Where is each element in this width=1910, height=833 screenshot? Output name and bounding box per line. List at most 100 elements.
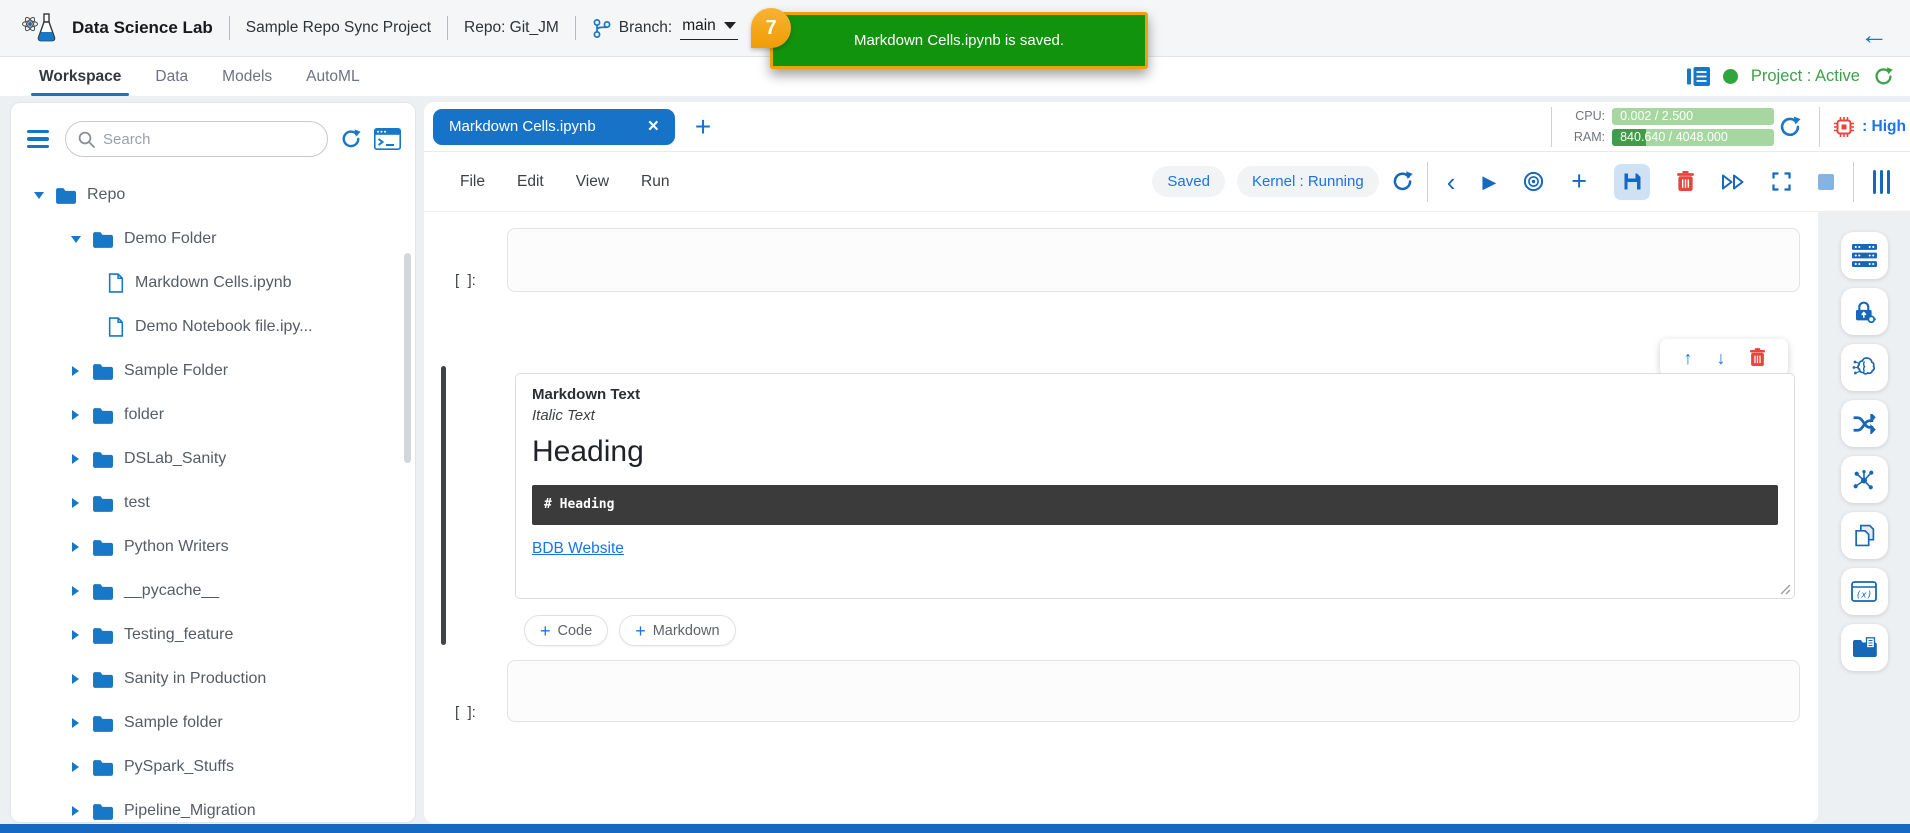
divider	[447, 16, 449, 40]
refresh-kernel-icon[interactable]	[1391, 170, 1414, 193]
folder-icon	[92, 407, 113, 424]
bdb-website-link[interactable]: BDB Website	[532, 540, 624, 557]
chevron-right-icon[interactable]	[68, 718, 83, 728]
folder-icon	[92, 363, 113, 380]
chevron-down-icon[interactable]	[68, 235, 83, 243]
tree-item-sanity-in-production[interactable]: Sanity in Production	[11, 657, 415, 701]
network-icon[interactable]	[1840, 456, 1888, 503]
refresh-tree-icon[interactable]	[340, 128, 362, 150]
move-cell-up-button[interactable]: ↑	[1684, 349, 1693, 367]
divider	[1819, 106, 1821, 147]
back-arrow-button[interactable]: ←	[1860, 21, 1888, 49]
branch-value: main	[682, 16, 716, 34]
tree-item-sample-folder[interactable]: Sample Folder	[11, 349, 415, 393]
ram-usage-bar: 840.640 / 4048.000	[1612, 128, 1775, 146]
notebook-tab[interactable]: Markdown Cells.ipynb ×	[433, 108, 675, 145]
close-icon[interactable]: ×	[648, 117, 659, 136]
tree-item-test[interactable]: test	[11, 481, 415, 525]
project-log-icon[interactable]	[1686, 67, 1710, 86]
refresh-resources-icon[interactable]	[1778, 115, 1802, 139]
add-code-cell-button[interactable]: + Code	[524, 615, 609, 646]
tree-item-repo[interactable]: Repo	[11, 173, 415, 217]
tree-item-folder[interactable]: folder	[11, 393, 415, 437]
cell-prompt: [ ]:	[455, 704, 476, 721]
tree-item-dslab-sanity[interactable]: DSLab_Sanity	[11, 437, 415, 481]
tab-data[interactable]: Data	[153, 57, 190, 96]
chevron-right-icon[interactable]	[68, 410, 83, 420]
markdown-cell[interactable]: Markdown Text Italic Text Heading # Head…	[515, 373, 1795, 599]
search-input[interactable]	[103, 130, 327, 148]
chevron-right-icon[interactable]	[68, 586, 83, 596]
server-icon[interactable]	[1840, 232, 1888, 279]
chevron-right-icon[interactable]	[68, 498, 83, 508]
menu-file[interactable]: File	[460, 173, 485, 191]
chevron-right-icon[interactable]	[68, 630, 83, 640]
target-icon[interactable]	[1523, 171, 1544, 192]
delete-cell-icon[interactable]	[1677, 171, 1694, 192]
ai-brain-icon[interactable]	[1840, 344, 1888, 391]
toast-count-badge: 7	[751, 8, 791, 48]
chevron-right-icon[interactable]	[68, 762, 83, 772]
shuffle-icon[interactable]	[1840, 400, 1888, 447]
scrollbar[interactable]	[404, 253, 411, 463]
panel-grip-icon[interactable]	[1873, 169, 1890, 194]
delete-cell-button[interactable]	[1749, 348, 1765, 367]
add-tab-button[interactable]: +	[695, 112, 711, 141]
chevron-down-icon	[723, 22, 736, 29]
tab-automl[interactable]: AutoML	[304, 57, 361, 96]
menu-view[interactable]: View	[576, 173, 609, 191]
folder-report-icon[interactable]	[1840, 624, 1888, 671]
add-cell-icon[interactable]: +	[1571, 168, 1587, 195]
chevron-left-icon[interactable]: ‹	[1447, 169, 1456, 195]
chevron-right-icon[interactable]	[68, 674, 83, 684]
menu-edit[interactable]: Edit	[517, 173, 544, 191]
tree-item-testing-feature[interactable]: Testing_feature	[11, 613, 415, 657]
fullscreen-icon[interactable]	[1772, 172, 1791, 191]
chevron-right-icon[interactable]	[68, 366, 83, 376]
code-cell-empty-2[interactable]	[507, 660, 1800, 722]
cell-toolbar: ↑ ↓	[1660, 339, 1788, 376]
function-window-icon[interactable]: (x)	[1840, 568, 1888, 615]
tree-item-pyspark-stuffs[interactable]: PySpark_Stuffs	[11, 745, 415, 789]
lock-key-icon[interactable]	[1840, 288, 1888, 335]
chevron-down-icon[interactable]	[31, 191, 46, 199]
run-all-icon[interactable]	[1721, 173, 1745, 191]
resize-handle-icon[interactable]	[1780, 584, 1791, 595]
branch-dropdown[interactable]: main	[680, 17, 738, 40]
stop-icon[interactable]	[1818, 173, 1834, 190]
folder-icon	[92, 451, 113, 468]
menu-icon[interactable]	[27, 130, 49, 148]
chevron-right-icon[interactable]	[68, 454, 83, 464]
file-explorer-panel: Repo Demo Folder Markdown Cells.ipynb De…	[10, 102, 416, 823]
search-box[interactable]	[65, 121, 328, 157]
divider	[228, 16, 230, 40]
file-tree: Repo Demo Folder Markdown Cells.ipynb De…	[11, 173, 415, 822]
tree-item-sample-folder-2[interactable]: Sample folder	[11, 701, 415, 745]
priority-label: : High	[1862, 117, 1906, 135]
tree-item-demo-notebook[interactable]: Demo Notebook file.ipy...	[11, 305, 415, 349]
cells-area: [ ]: ↑ ↓ Markdown Text Italic Text Headi…	[424, 212, 1818, 823]
tree-item-demo-folder[interactable]: Demo Folder	[11, 217, 415, 261]
chevron-right-icon[interactable]	[68, 542, 83, 552]
terminal-icon[interactable]	[374, 128, 401, 150]
move-cell-down-button[interactable]: ↓	[1717, 349, 1726, 367]
app-title: Data Science Lab	[72, 18, 213, 37]
search-icon	[78, 131, 95, 148]
documents-icon[interactable]	[1840, 512, 1888, 559]
tab-workspace[interactable]: Workspace	[30, 57, 130, 96]
add-markdown-cell-button[interactable]: + Markdown	[619, 615, 736, 646]
menu-run[interactable]: Run	[641, 173, 669, 191]
tab-models[interactable]: Models	[220, 57, 274, 96]
app-logo-icon	[22, 12, 58, 44]
tree-item-markdown-cells[interactable]: Markdown Cells.ipynb	[11, 261, 415, 305]
tree-item-pycache[interactable]: __pycache__	[11, 569, 415, 613]
code-cell-empty-1[interactable]	[507, 228, 1800, 292]
chevron-right-icon[interactable]	[68, 806, 83, 816]
project-refresh-icon[interactable]	[1873, 66, 1894, 87]
run-cell-icon[interactable]: ▶	[1482, 173, 1496, 191]
tree-item-python-writers[interactable]: Python Writers	[11, 525, 415, 569]
folder-icon	[55, 187, 76, 204]
save-notebook-button[interactable]	[1614, 163, 1650, 200]
resource-monitor: CPU: 0.002 / 2.500 RAM: 840.640 / 4048.0…	[1565, 107, 1775, 146]
tree-item-pipeline-migration[interactable]: Pipeline_Migration	[11, 789, 415, 822]
